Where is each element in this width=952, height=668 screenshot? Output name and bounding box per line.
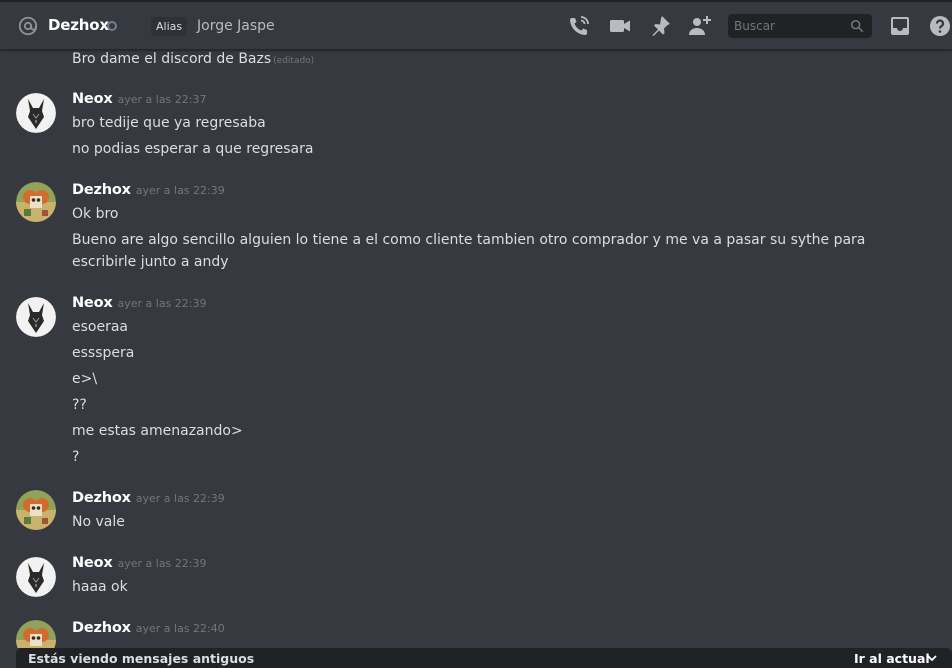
- phone-call-icon[interactable]: [567, 14, 591, 38]
- cartoon-avatar-image: [16, 182, 56, 222]
- older-messages-notice: Estás viendo mensajes antiguos: [28, 651, 255, 666]
- wolf-avatar-image: [16, 557, 56, 597]
- message-line: e>\: [72, 371, 98, 387]
- message-line: ??: [72, 397, 87, 413]
- message-line: Ok bro: [72, 206, 119, 222]
- inbox-icon[interactable]: [888, 14, 912, 38]
- jump-to-present-button[interactable]: Ir al actual: [854, 651, 930, 666]
- alias-tag: Alias: [151, 17, 188, 36]
- search-icon: [850, 19, 864, 33]
- avatar[interactable]: [16, 297, 56, 337]
- chevron-down-icon[interactable]: [926, 653, 938, 663]
- message-line: Bueno are algo sencillo alguien lo tiene…: [72, 232, 866, 270]
- message-list[interactable]: Bro dame el discord de Bazs (editado) Neo…: [0, 51, 952, 648]
- older-messages-bar: Estás viendo mensajes antiguos Ir al act…: [16, 648, 952, 668]
- cartoon-avatar-image: [16, 620, 56, 648]
- message-line: haaa ok: [72, 579, 128, 595]
- message-line: essspera: [72, 345, 135, 361]
- wolf-avatar-image: [16, 297, 56, 337]
- status-offline-icon: [107, 21, 117, 31]
- message-line: bro tedije que ya regresaba: [72, 115, 266, 131]
- wolf-avatar-image: [16, 93, 56, 133]
- cartoon-avatar-image: [16, 490, 56, 530]
- message-line: ?: [72, 449, 80, 465]
- video-call-icon[interactable]: [608, 14, 632, 38]
- message-author[interactable]: Dezhox ayer a las 22:40: [72, 620, 225, 636]
- message-timestamp: ayer a las 22:39: [117, 297, 207, 310]
- message-line: me estas amenazando>: [72, 423, 243, 439]
- message-author[interactable]: Neox ayer a las 22:39: [72, 555, 206, 571]
- message-author[interactable]: Dezhox ayer a las 22:39: [72, 490, 225, 506]
- message-timestamp: ayer a las 22:39: [135, 184, 225, 197]
- edited-tag: (editado): [273, 56, 315, 66]
- pin-icon[interactable]: [648, 14, 672, 38]
- help-icon[interactable]: [928, 14, 952, 38]
- avatar[interactable]: [16, 557, 56, 597]
- message-author[interactable]: Dezhox ayer a las 22:39: [72, 182, 225, 198]
- message-author[interactable]: Neox ayer a las 22:37: [72, 91, 206, 107]
- message-line: No vale: [72, 514, 125, 530]
- avatar[interactable]: [16, 620, 56, 648]
- avatar[interactable]: [16, 93, 56, 133]
- message-author[interactable]: Neox ayer a las 22:39: [72, 295, 206, 311]
- channel-header: Dezhox Alias Jorge Jaspe: [0, 2, 952, 50]
- avatar[interactable]: [16, 182, 56, 222]
- dm-recipient-name: Dezhox: [48, 16, 109, 34]
- message-timestamp: ayer a las 22:39: [117, 557, 207, 570]
- message-line: esoeraa: [72, 319, 128, 335]
- message-timestamp: ayer a las 22:39: [135, 492, 225, 505]
- message-line: Bro dame el discord de Bazs (editado): [72, 51, 315, 67]
- avatar[interactable]: [16, 490, 56, 530]
- message-line: no podias esperar a que regresara: [72, 141, 314, 157]
- at-sign-icon: [18, 16, 38, 36]
- message-timestamp: ayer a las 22:37: [117, 93, 207, 106]
- message-timestamp: ayer a las 22:40: [135, 622, 225, 635]
- add-friend-icon[interactable]: [688, 14, 712, 38]
- alias-value: Jorge Jaspe: [197, 18, 275, 34]
